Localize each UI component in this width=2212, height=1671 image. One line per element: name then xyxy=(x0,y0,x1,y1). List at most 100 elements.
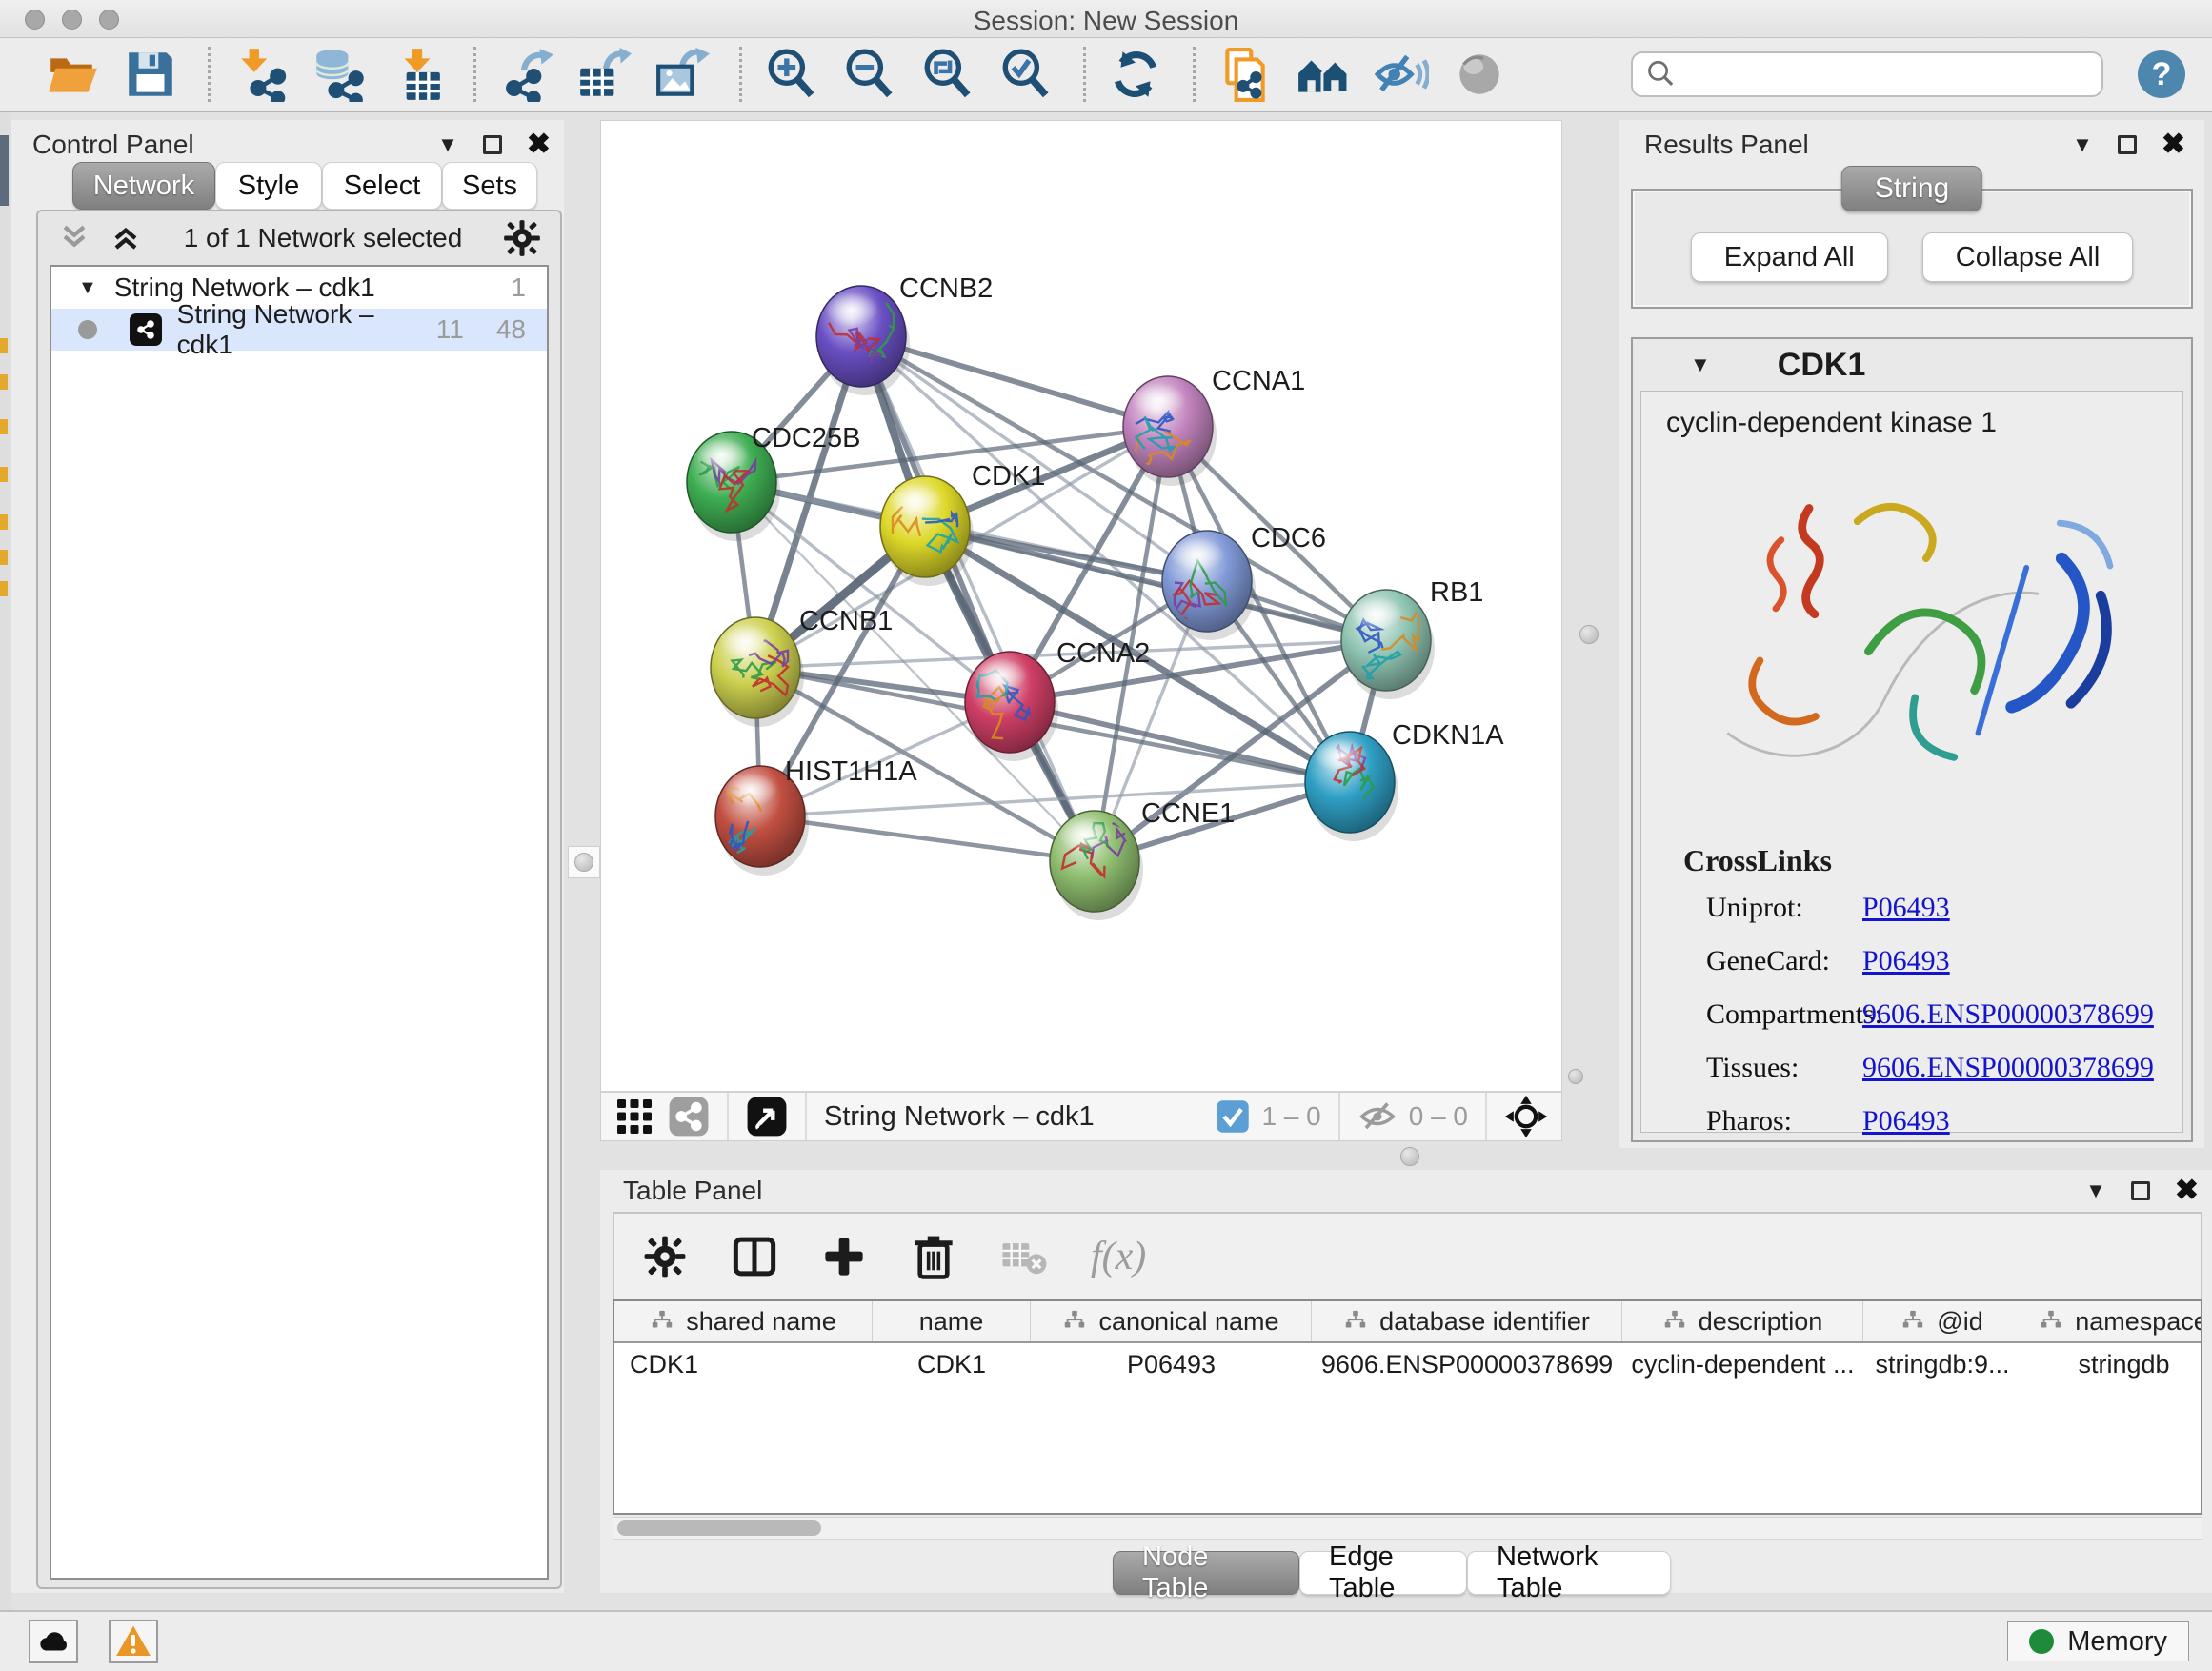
table-cell[interactable]: CDK1 xyxy=(614,1343,873,1385)
column-header-database-identifier[interactable]: database identifier xyxy=(1312,1301,1622,1341)
first-neighbors-button[interactable] xyxy=(1217,46,1274,103)
collapse-all-icon[interactable] xyxy=(55,222,93,254)
network-canvas[interactable]: CCNB2CCNA1CDC25BCDK1CDC6RB1CCNB1CCNA2CDK… xyxy=(601,121,1561,1091)
close-panel-icon[interactable]: ✖ xyxy=(2162,131,2185,159)
tab-network-table[interactable]: Network Table xyxy=(1467,1551,1671,1595)
export-image-button[interactable] xyxy=(654,46,711,103)
table-gear-icon[interactable] xyxy=(641,1233,689,1280)
tab-style[interactable]: Style xyxy=(215,162,322,210)
network-type-icon[interactable] xyxy=(668,1096,710,1137)
zoom-in-button[interactable] xyxy=(763,46,820,103)
apply-layout-button[interactable] xyxy=(1107,46,1164,103)
save-session-button[interactable] xyxy=(122,46,179,103)
import-network-database-button[interactable] xyxy=(310,46,367,103)
delete-column-icon[interactable] xyxy=(910,1233,957,1280)
network-node-RB1[interactable]: RB1 xyxy=(1341,577,1483,699)
tab-network[interactable]: Network xyxy=(72,162,215,210)
zoom-out-button[interactable] xyxy=(841,46,898,103)
table-cell[interactable]: stringdb xyxy=(2021,1343,2202,1385)
crosslink-link[interactable]: P06493 xyxy=(1862,892,1950,924)
column-network-icon xyxy=(2039,1309,2063,1334)
table-cell[interactable]: 9606.ENSP00000378699 xyxy=(1312,1343,1622,1385)
tree-expander-icon[interactable]: ▼ xyxy=(78,278,97,297)
search-input[interactable] xyxy=(1677,60,2090,90)
network-edge-HIST1H1A-CCNE1[interactable] xyxy=(760,816,1095,861)
panel-menu-icon[interactable]: ▼ xyxy=(2085,1180,2106,1201)
close-panel-icon[interactable]: ✖ xyxy=(527,131,551,159)
splitter-handle[interactable] xyxy=(568,846,600,878)
table-cell[interactable]: stringdb:9... xyxy=(1863,1343,2021,1385)
gear-icon[interactable] xyxy=(501,217,543,259)
show-all-button[interactable] xyxy=(1295,46,1352,103)
tab-select[interactable]: Select xyxy=(322,162,442,210)
crosslink-link[interactable]: 9606.ENSP00000378699 xyxy=(1862,998,2154,1031)
column-header-shared-name[interactable]: shared name xyxy=(614,1301,873,1341)
table-row[interactable]: CDK1CDK1P064939606.ENSP00000378699cyclin… xyxy=(614,1343,2201,1385)
column-header-namespace[interactable]: namespace xyxy=(2021,1301,2202,1341)
network-node-HIST1H1A[interactable]: HIST1H1A xyxy=(715,756,917,876)
expand-all-button[interactable]: Expand All xyxy=(1691,232,1888,282)
section-expander-icon[interactable]: ▼ xyxy=(1690,354,1711,375)
float-panel-icon[interactable] xyxy=(2118,135,2137,154)
memory-button[interactable]: Memory xyxy=(2007,1621,2189,1661)
tab-sets[interactable]: Sets xyxy=(442,162,537,210)
panel-menu-icon[interactable]: ▼ xyxy=(437,134,458,155)
search-box[interactable] xyxy=(1631,51,2103,97)
export-table-button[interactable] xyxy=(575,46,633,103)
horizontal-splitter[interactable] xyxy=(600,1143,2212,1170)
gene-section-header[interactable]: ▼ CDK1 xyxy=(1633,339,2191,391)
expand-all-icon[interactable] xyxy=(107,222,145,254)
crosslink-link[interactable]: P06493 xyxy=(1862,1105,1950,1137)
network-node-CDK1[interactable]: CDK1 xyxy=(880,461,1045,586)
show-graphics-details-button[interactable] xyxy=(1451,46,1508,103)
scrollbar-thumb[interactable] xyxy=(617,1520,821,1536)
float-panel-icon[interactable] xyxy=(483,135,502,154)
open-in-window-icon[interactable] xyxy=(746,1096,788,1137)
column-header-canonical-name[interactable]: canonical name xyxy=(1031,1301,1312,1341)
column-header-name[interactable]: name xyxy=(873,1301,1031,1341)
crosslink-label: Uniprot: xyxy=(1683,892,1862,924)
network-node-CDC25B[interactable]: CDC25B xyxy=(687,423,860,541)
hide-selected-button[interactable] xyxy=(1373,46,1430,103)
background-fragment xyxy=(0,581,8,596)
warnings-button[interactable] xyxy=(109,1620,158,1663)
import-network-file-button[interactable] xyxy=(231,46,289,103)
tab-string[interactable]: String xyxy=(1841,166,1982,211)
panel-menu-icon[interactable]: ▼ xyxy=(2072,134,2093,155)
network-node-CCNB1[interactable]: CCNB1 xyxy=(711,606,893,727)
close-panel-icon[interactable]: ✖ xyxy=(2175,1177,2199,1205)
node-table-grid[interactable]: shared namenamecanonical namedatabase id… xyxy=(613,1299,2202,1515)
network-node-CCNE1[interactable]: CCNE1 xyxy=(1050,798,1235,920)
table-cell[interactable]: cyclin-dependent ... xyxy=(1622,1343,1863,1385)
selected-checkbox-icon[interactable] xyxy=(1216,1099,1250,1134)
splitter-gutter[interactable] xyxy=(1564,120,1619,1141)
column-header--id[interactable]: @id xyxy=(1863,1301,2021,1341)
table-cell[interactable]: P06493 xyxy=(1031,1343,1312,1385)
cloud-status-button[interactable] xyxy=(29,1620,78,1663)
open-session-button[interactable] xyxy=(44,46,101,103)
export-network-button[interactable] xyxy=(497,46,554,103)
add-column-icon[interactable] xyxy=(820,1233,868,1280)
help-button[interactable]: ? xyxy=(2138,50,2185,98)
zoom-fit-button[interactable] xyxy=(919,46,976,103)
table-panel-title: Table Panel xyxy=(623,1176,762,1206)
zoom-selected-button[interactable] xyxy=(997,46,1055,103)
collapse-all-button[interactable]: Collapse All xyxy=(1922,232,2134,282)
show-columns-icon[interactable] xyxy=(731,1233,778,1280)
column-network-icon xyxy=(1900,1309,1925,1334)
table-horizontal-scrollbar[interactable] xyxy=(613,1517,2202,1540)
tab-node-table[interactable]: Node Table xyxy=(1113,1551,1299,1595)
fit-selected-crosshair-icon[interactable] xyxy=(1504,1095,1548,1138)
network-node-CDC6[interactable]: CDC6 xyxy=(1162,523,1326,640)
crosslink-link[interactable]: 9606.ENSP00000378699 xyxy=(1862,1052,2154,1084)
network-node-CCNA1[interactable]: CCNA1 xyxy=(1123,366,1305,486)
network-node-CDKN1A[interactable]: CDKN1A xyxy=(1305,720,1504,841)
crosslink-link[interactable]: P06493 xyxy=(1862,945,1950,977)
tab-edge-table[interactable]: Edge Table xyxy=(1299,1551,1467,1595)
table-cell[interactable]: CDK1 xyxy=(873,1343,1031,1385)
float-panel-icon[interactable] xyxy=(2131,1181,2150,1200)
column-header-description[interactable]: description xyxy=(1622,1301,1863,1341)
import-table-file-button[interactable] xyxy=(388,46,445,103)
network-row-selected[interactable]: String Network – cdk1 11 48 xyxy=(51,309,547,351)
birds-eye-grid-icon[interactable] xyxy=(614,1097,654,1137)
